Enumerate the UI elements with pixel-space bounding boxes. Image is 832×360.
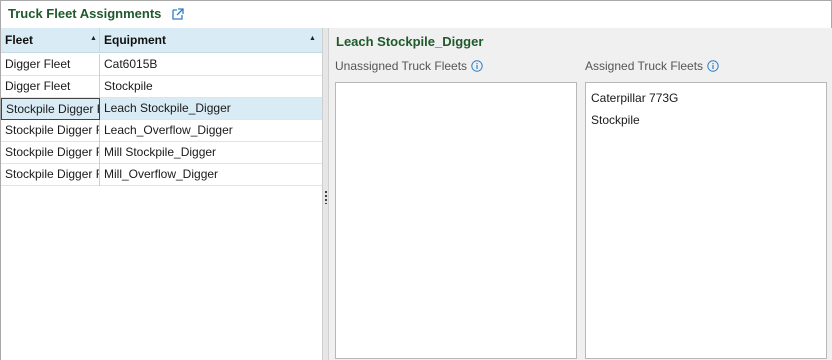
column-header-equipment[interactable]: Equipment ▲ (100, 28, 322, 53)
fleet-cell[interactable]: Digger Fleet (1, 76, 100, 98)
table-row[interactable]: Digger Fleet Cat6015B (1, 54, 322, 76)
fleet-cell[interactable]: Digger Fleet (1, 54, 100, 76)
equipment-cell[interactable]: Cat6015B (100, 54, 322, 76)
equipment-cell[interactable]: Mill Stockpile_Digger (100, 142, 322, 164)
grid-rows: Digger Fleet Cat6015B Digger Fleet Stock… (1, 54, 322, 186)
unassigned-label: Unassigned Truck Fleets (335, 59, 483, 73)
fleet-cell[interactable]: Stockpile Digger Fleet (1, 98, 100, 120)
table-row[interactable]: Stockpile Digger Fleet Mill Stockpile_Di… (1, 142, 322, 164)
truck-fleet-assignments-window: Truck Fleet Assignments Fleet ▲ Equipmen… (0, 0, 832, 360)
unassigned-truck-fleets-list[interactable] (335, 82, 577, 359)
list-item[interactable]: Stockpile (586, 109, 826, 131)
info-icon[interactable] (707, 60, 719, 72)
panel-splitter[interactable] (322, 28, 329, 360)
equipment-cell[interactable]: Leach Stockpile_Digger (100, 98, 322, 120)
equipment-grid: Fleet ▲ Equipment ▲ Digger Fleet Cat6015… (1, 28, 322, 360)
equipment-cell[interactable]: Mill_Overflow_Digger (100, 164, 322, 186)
assigned-truck-fleets-list[interactable]: Caterpillar 773G Stockpile (585, 82, 827, 359)
popout-external-link-icon[interactable] (171, 7, 185, 21)
table-row[interactable]: Digger Fleet Stockpile (1, 76, 322, 98)
table-row[interactable]: Stockpile Digger Fleet Leach_Overflow_Di… (1, 120, 322, 142)
fleet-cell[interactable]: Stockpile Digger Fleet (1, 142, 100, 164)
detail-title: Leach Stockpile_Digger (336, 34, 484, 49)
assigned-label: Assigned Truck Fleets (585, 59, 719, 73)
table-row-selected[interactable]: Stockpile Digger Fleet Leach Stockpile_D… (1, 98, 322, 120)
sort-ascending-icon: ▲ (90, 35, 97, 42)
unassigned-label-text: Unassigned Truck Fleets (335, 59, 468, 73)
sort-ascending-icon: ▲ (309, 35, 316, 42)
list-item[interactable]: Caterpillar 773G (586, 87, 826, 109)
splitter-grip-icon[interactable] (325, 190, 327, 204)
equipment-cell[interactable]: Leach_Overflow_Digger (100, 120, 322, 142)
grid-header: Fleet ▲ Equipment ▲ (1, 28, 322, 53)
unassigned-items (336, 83, 576, 87)
column-header-fleet-label: Fleet (5, 33, 34, 47)
title-bar: Truck Fleet Assignments (1, 1, 831, 27)
page-title: Truck Fleet Assignments (8, 6, 162, 21)
column-header-fleet[interactable]: Fleet ▲ (1, 28, 100, 53)
fleet-cell[interactable]: Stockpile Digger Fleet (1, 164, 100, 186)
equipment-cell[interactable]: Stockpile (100, 76, 322, 98)
assigned-label-text: Assigned Truck Fleets (585, 59, 704, 73)
table-row[interactable]: Stockpile Digger Fleet Mill_Overflow_Dig… (1, 164, 322, 186)
detail-panel: Leach Stockpile_Digger Unassigned Truck … (329, 28, 832, 360)
assigned-items: Caterpillar 773G Stockpile (586, 83, 826, 131)
column-header-equipment-label: Equipment (104, 33, 166, 47)
fleet-cell[interactable]: Stockpile Digger Fleet (1, 120, 100, 142)
info-icon[interactable] (471, 60, 483, 72)
